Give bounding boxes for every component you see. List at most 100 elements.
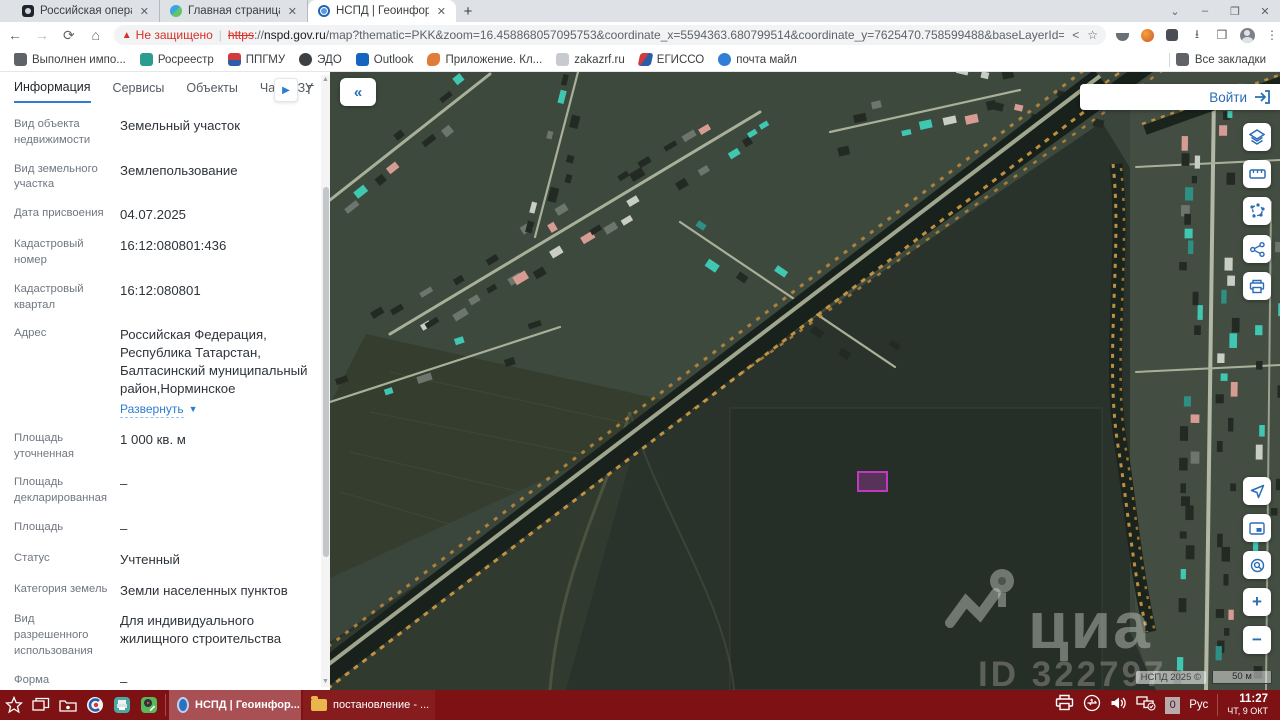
bookmark-item[interactable]: почта майл (718, 53, 797, 66)
zoom-extent-button[interactable] (1243, 551, 1271, 579)
tab-close-icon[interactable]: ✕ (286, 5, 299, 18)
collapse-panel-button[interactable]: « (340, 78, 376, 106)
url-path: /map?thematic=PKK&zoom=16.45886805709575… (325, 28, 1065, 42)
minimap-button[interactable] (1243, 514, 1271, 542)
new-tab-button[interactable]: + (456, 0, 480, 22)
field-row: Площадь декларированная – (14, 476, 128, 505)
forward-icon[interactable]: → (30, 23, 54, 47)
extensions-puzzle-icon[interactable] (1164, 27, 1180, 43)
tabs-next-arrow[interactable]: ▶ (274, 78, 298, 102)
ruler-button[interactable] (1243, 160, 1271, 188)
usb-tray-icon[interactable] (1083, 694, 1101, 717)
sign-app-icon[interactable] (135, 690, 162, 720)
task-label: постановление - ... (333, 699, 430, 711)
selected-parcel-outline[interactable] (857, 471, 888, 492)
bookmark-item[interactable]: ППГМУ (227, 53, 285, 66)
network-tray-icon[interactable] (1136, 695, 1156, 716)
tab-close-icon[interactable]: ✕ (138, 5, 151, 18)
bookmark-item[interactable]: ЕГИССО (637, 53, 704, 66)
task-nspd[interactable]: НСПД | Геоинфор... (169, 690, 301, 720)
sidebar-scrollbar[interactable]: ▲ ▼ (321, 75, 330, 687)
zoom-in-button[interactable]: + (1243, 588, 1271, 616)
printer-tray-icon[interactable] (1055, 694, 1074, 716)
bookmark-item[interactable]: Outlook (355, 53, 413, 66)
task-document[interactable]: постановление - ... (303, 690, 435, 720)
parcel-fields: Вид объекта недвижимости Земельный участо… (14, 117, 310, 690)
bookmark-item[interactable]: Приложение. Кл... (427, 53, 542, 66)
layers-button[interactable] (1243, 123, 1271, 151)
minimize-button[interactable]: – (1190, 0, 1220, 22)
url-domain: nspd.gov.ru (263, 28, 326, 42)
tab-services[interactable]: Сервисы (113, 81, 165, 102)
all-bookmarks-button[interactable]: Все закладки (1155, 52, 1266, 67)
rosreestr-icon (139, 53, 153, 66)
start-star-icon[interactable] (0, 690, 27, 720)
profile-avatar[interactable] (1239, 27, 1255, 43)
field-row: Вид разрешенного использования Для индиви… (14, 613, 282, 658)
print-button[interactable] (1243, 272, 1271, 300)
kebab-menu-icon[interactable]: ⋮ (1264, 27, 1280, 43)
scale-bar: 50 м (1212, 671, 1272, 684)
tab-objects[interactable]: Объекты (186, 81, 238, 102)
field-row-address: Адрес Российская Федерация, Республика Т… (14, 326, 310, 418)
volume-tray-icon[interactable] (1110, 695, 1127, 716)
bookmark-item[interactable]: zakazrf.ru (556, 53, 625, 66)
home-icon[interactable]: ⌂ (84, 23, 108, 47)
map-viewport[interactable]: циа ID 322797 « Войти + − НСПД 2025 © 50 (330, 72, 1280, 690)
lasso-select-button[interactable] (1243, 197, 1271, 225)
print-app-icon[interactable] (108, 690, 135, 720)
satellite-map (330, 72, 1280, 690)
browser-toolbar: ← → ⟳ ⌂ ▲ Не защищено | https://nspd.gov… (0, 22, 1280, 48)
collapse-icon: « (353, 83, 363, 101)
windows-switcher-icon[interactable] (27, 690, 54, 720)
zoom-out-button[interactable]: − (1243, 626, 1271, 654)
folder-eye-icon[interactable] (54, 690, 81, 720)
bookmark-item[interactable]: Росреестр (139, 53, 214, 66)
bookmarks-bar: Выполнен импо... Росреестр ППГМУ ЭДО Out… (0, 48, 1280, 72)
scroll-down-icon[interactable]: ▼ (321, 677, 330, 687)
language-indicator[interactable]: Рус (1189, 699, 1208, 711)
login-button[interactable]: Войти (1080, 84, 1280, 110)
chrome-menu-chevron-icon[interactable]: ⌄ (1160, 0, 1190, 22)
side-panel-icon[interactable]: ❒ (1214, 27, 1230, 43)
security-warning[interactable]: Не защищено (136, 28, 213, 42)
address-bar[interactable]: ▲ Не защищено | https://nspd.gov.ru/map?… (113, 25, 1107, 45)
chevron-down-icon: ▼ (188, 404, 198, 415)
url-text: https://nspd.gov.ru/map?thematic=PKK&zoo… (228, 28, 1064, 42)
extension-avatar-icon[interactable] (1139, 27, 1155, 43)
field-row: Статус Учтенный (14, 551, 180, 567)
browser-tab-1[interactable]: Российская операционная ✕ (12, 0, 160, 22)
downloads-icon[interactable]: ⭳ (1189, 27, 1205, 43)
scrollbar-thumb[interactable] (322, 187, 329, 557)
taskbar-divider (165, 694, 166, 716)
tab-close-icon[interactable]: ✕ (435, 5, 448, 18)
egisso-icon (637, 53, 654, 66)
bookmark-item[interactable]: Выполнен импо... (14, 53, 126, 66)
locate-button[interactable] (1243, 477, 1271, 505)
bookmark-star-icon[interactable]: ☆ (1087, 28, 1098, 42)
expand-address-link[interactable]: Развернуть ▼ (120, 401, 198, 418)
c-logo-icon[interactable] (81, 690, 108, 720)
back-icon[interactable]: ← (3, 23, 27, 47)
scroll-up-icon[interactable]: ▲ (321, 75, 330, 85)
tab2-favicon (170, 5, 182, 17)
url-scheme: https (227, 28, 254, 42)
share-url-icon[interactable]: < (1072, 28, 1079, 42)
restore-button[interactable]: ❐ (1220, 0, 1250, 22)
extension-cup-icon[interactable] (1114, 27, 1130, 43)
tab-information[interactable]: Информация (14, 80, 91, 103)
reload-icon[interactable]: ⟳ (57, 23, 81, 47)
browser-tab-active[interactable]: НСПД | Геоинформационн ✕ (308, 0, 456, 22)
url-scheme-sep: :// (253, 28, 264, 42)
clock[interactable]: 11:27 ЧТ, 9 ОКТ (1227, 693, 1272, 717)
bookmark-item[interactable]: ЭДО (299, 53, 342, 66)
divider (1217, 694, 1219, 716)
share-map-button[interactable] (1243, 235, 1271, 263)
tray-badge[interactable]: 0 (1165, 696, 1181, 714)
browser-tab-2[interactable]: Главная страница ✕ (160, 0, 308, 22)
close-button[interactable]: ✕ (1250, 0, 1280, 22)
browser-tabstrip: Российская операционная ✕ Главная страни… (0, 0, 1280, 22)
field-row: Площадь уточненная 1 000 кв. м (14, 431, 186, 460)
map-attribution: НСПД 2025 © (1135, 671, 1206, 684)
chromium-icon (177, 697, 189, 713)
